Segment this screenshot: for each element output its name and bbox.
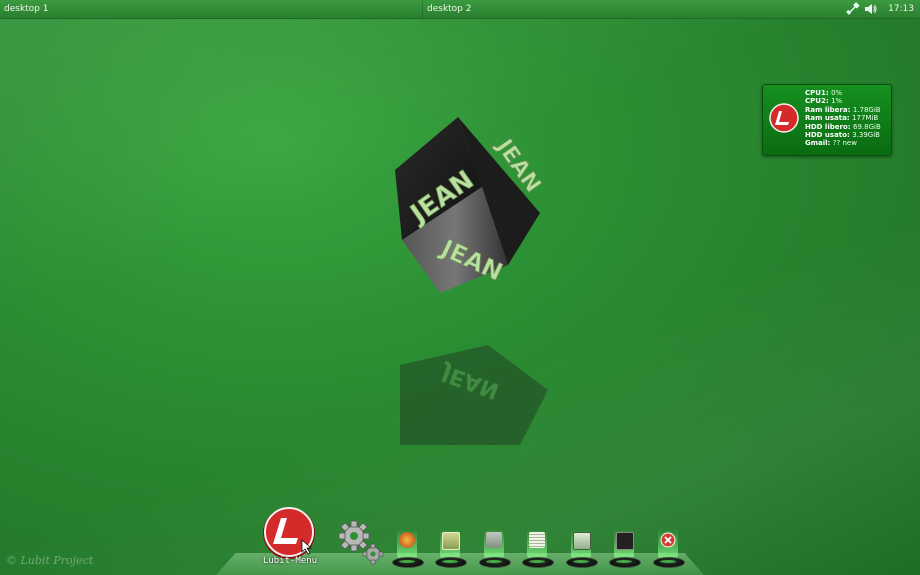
launcher-base [522,557,554,568]
launcher-base [392,557,424,568]
launcher-browser[interactable] [390,528,424,568]
desktop-1-switch[interactable]: desktop 1 [0,0,422,18]
sysmon-row-cpu2: CPU2: 1% [805,97,843,106]
launcher-base [435,557,467,568]
cube-reflection: JEAN [400,345,548,445]
terminal-icon [616,532,634,550]
clock[interactable]: 17:13 [888,0,914,18]
volume-icon[interactable] [864,2,878,16]
text-editor-icon [529,532,545,548]
top-panel: desktop 1 desktop 2 17:13 [0,0,920,19]
launcher-base [609,557,641,568]
system-monitor-rows: CPU1: 0% CPU2: 1% Ram libera: 1.78GiB Ra… [805,89,881,148]
sysmon-row-hdd-free: HDD libero: 69.8GiB [805,122,881,131]
launcher-text-editor[interactable] [520,528,554,568]
image-viewer-icon [442,532,460,550]
lubit-menu-label: Lubit-Menu [262,556,318,566]
network-icon[interactable] [846,2,860,16]
lubit-menu-button[interactable] [262,506,316,560]
desktop-2-switch[interactable]: desktop 2 [422,0,845,18]
sysmon-row-gmail: Gmail: ?? new [805,139,857,148]
launcher-image-viewer[interactable] [433,528,467,568]
launcher-media-player[interactable] [477,528,511,568]
system-monitor-widget: CPU1: 0% CPU2: 1% Ram libera: 1.78GiB Ra… [762,84,892,156]
3d-cube-desktop[interactable]: JEAN JEAN JEAN [380,105,560,305]
launcher-file-manager[interactable] [564,528,598,568]
launcher-base [566,557,598,568]
browser-icon [399,532,415,548]
launcher-base [653,557,685,568]
launcher-base [479,557,511,568]
sysmon-row-cpu1: CPU1: 0% [805,89,843,97]
logout-icon [660,532,676,548]
lubit-logo-icon [769,103,799,133]
sysmon-row-hdd-used: HDD usato: 3.39GiB [805,131,880,140]
launcher-logout[interactable] [651,528,685,568]
launcher-terminal[interactable] [607,528,641,568]
watermark: © Lubit Project [6,554,94,567]
media-player-icon [486,532,502,548]
file-manager-icon [573,532,591,550]
gear-icon[interactable] [338,520,386,566]
sysmon-row-ram-used: Ram usata: 177MiB [805,114,879,123]
sysmon-row-ram-free: Ram libera: 1.78GiB [805,105,881,114]
